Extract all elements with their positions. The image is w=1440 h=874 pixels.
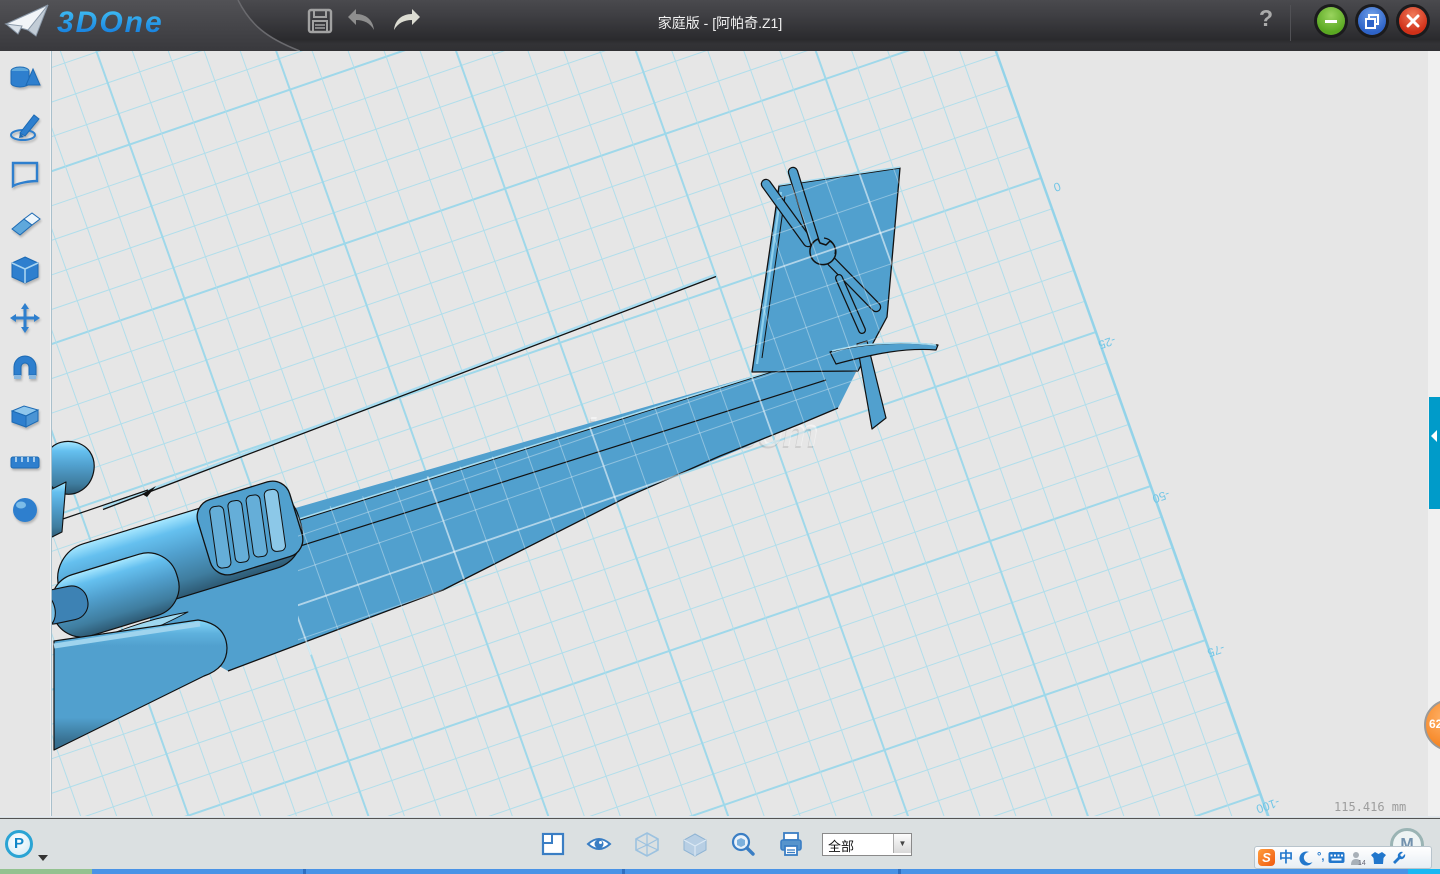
eraser-tool-icon[interactable] <box>8 205 42 239</box>
status-bar <box>0 816 1440 870</box>
stub-wing <box>54 620 227 750</box>
taskbar-divider <box>622 869 625 874</box>
window-title: 家庭版 - [阿帕奇.Z1] <box>0 13 1440 33</box>
material-tool-icon[interactable] <box>8 493 42 527</box>
rotor-mast-stem <box>52 482 66 538</box>
help-button[interactable]: ? <box>1254 5 1278 32</box>
measure-tool-icon[interactable] <box>8 445 42 479</box>
solid-cube-tool-icon[interactable] <box>8 253 42 287</box>
svg-text:14: 14 <box>1358 860 1366 866</box>
model-apache[interactable] <box>52 167 938 750</box>
window-controls-divider <box>1290 5 1291 41</box>
visibility-eye-icon[interactable] <box>586 831 612 857</box>
sketch-plane-tool-icon[interactable] <box>8 157 42 191</box>
sketch-plane-view-icon[interactable] <box>540 831 566 857</box>
taskbar-strip <box>0 869 1440 874</box>
ime-wrench-icon[interactable] <box>1391 850 1406 865</box>
minimize-button[interactable] <box>1317 7 1345 35</box>
view-filter-dropdown[interactable]: 全部 ▼ <box>822 833 912 856</box>
grid-axis-labels: 0-25-50-75-100 <box>1051 179 1281 816</box>
taskbar-cyan-segment <box>1408 869 1440 874</box>
axis-label: 0 <box>1051 179 1062 195</box>
ime-toolbar[interactable]: S 中 °, 14 <box>1254 846 1432 869</box>
taskbar-green-segment <box>0 869 92 874</box>
ime-user-icon[interactable]: 14 <box>1349 850 1366 866</box>
axis-label: -75 <box>1205 641 1226 660</box>
wireframe-view-icon[interactable] <box>634 831 660 857</box>
zoom-view-icon[interactable] <box>730 831 756 857</box>
close-button[interactable] <box>1399 7 1427 35</box>
viewport[interactable]: 0-25-50-75-100 i3DOne.com i3DOne.com <box>52 51 1428 816</box>
panel-arrow-icon <box>1431 430 1437 442</box>
dropdown-arrow-icon[interactable]: ▼ <box>893 834 911 853</box>
grid-boundary-line <box>996 51 1272 816</box>
print-icon[interactable] <box>778 831 804 857</box>
ime-moon-icon[interactable] <box>1297 850 1313 866</box>
p-dropdown-arrow[interactable] <box>38 855 48 861</box>
axis-label: -25 <box>1096 333 1117 352</box>
view-filter-value: 全部 <box>828 836 854 855</box>
primitives-tool-icon[interactable] <box>8 61 42 95</box>
measurement-label: 115.416 mm <box>1334 800 1406 814</box>
p-badge[interactable]: P <box>5 830 33 858</box>
title-bar: 3DOne 家庭版 - [阿帕奇.Z1] ? <box>0 0 1440 51</box>
ime-skin-icon[interactable] <box>1370 850 1387 865</box>
ime-lang-toggle[interactable]: 中 <box>1279 847 1293 868</box>
move-tool-icon[interactable] <box>8 301 42 335</box>
ime-punct-icon[interactable]: °, <box>1317 847 1324 868</box>
left-toolbar <box>0 51 51 816</box>
taskbar-divider <box>303 869 306 874</box>
magnet-tool-icon[interactable] <box>8 349 42 383</box>
sogou-logo-icon[interactable]: S <box>1258 849 1275 866</box>
ime-keyboard-icon[interactable] <box>1328 851 1345 865</box>
axis-label: -100 <box>1254 795 1282 816</box>
deform-tool-icon[interactable] <box>8 397 42 431</box>
taskbar-divider <box>898 869 901 874</box>
sketch-tool-icon[interactable] <box>8 109 42 143</box>
status-bar-divider <box>0 818 1440 819</box>
solid-view-icon[interactable] <box>682 831 708 857</box>
panel-expand-tab[interactable] <box>1429 397 1440 509</box>
maximize-button[interactable] <box>1358 7 1386 35</box>
